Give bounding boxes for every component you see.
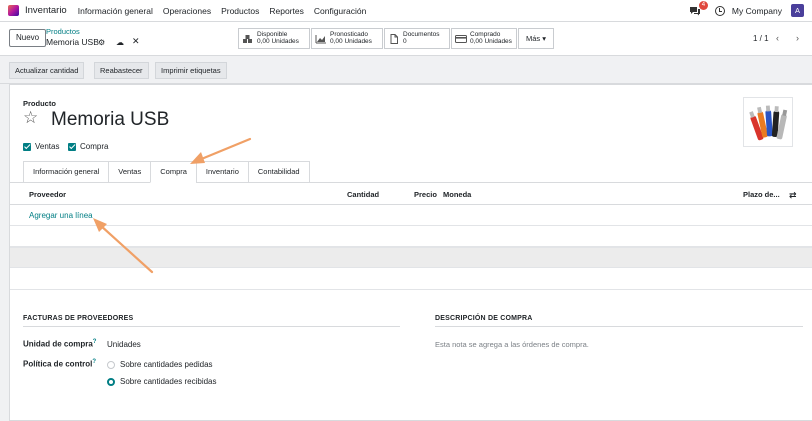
chevron-left-icon[interactable]: ‹: [776, 33, 779, 43]
cloud-upload-icon[interactable]: ☁: [116, 38, 124, 47]
column-plazo[interactable]: Plazo de...: [743, 190, 780, 199]
smart-value: 0,00 Unidades: [470, 38, 512, 45]
smart-button-documentos[interactable]: Documentos 0: [384, 28, 450, 49]
menu-operaciones[interactable]: Operaciones: [163, 6, 211, 16]
radio-empty-icon: [107, 360, 115, 369]
usb-drives-image: [749, 105, 788, 141]
discard-icon[interactable]: ✕: [132, 36, 140, 47]
chevron-right-icon[interactable]: ›: [796, 33, 799, 43]
section-divider: [435, 326, 803, 327]
radio-label: Sobre cantidades pedidas: [120, 360, 213, 369]
smart-value: 0,00 Unidades: [330, 38, 372, 45]
more-label: Más: [525, 34, 541, 43]
document-icon: [390, 33, 398, 44]
checkbox-checked-icon: [68, 142, 76, 151]
purchase-checkbox[interactable]: Compra: [68, 142, 108, 151]
chart-area-icon: [315, 34, 326, 43]
app-name[interactable]: Inventario: [25, 5, 67, 16]
column-cantidad[interactable]: Cantidad: [347, 190, 379, 199]
inventory-app-icon[interactable]: [8, 5, 19, 16]
pager-value[interactable]: 1 / 1: [753, 34, 769, 43]
caret-down-icon: ▾: [542, 34, 547, 43]
table-row: [10, 289, 812, 290]
column-settings-icon[interactable]: ⇄: [789, 190, 797, 201]
menu-reportes[interactable]: Reportes: [269, 6, 304, 16]
smart-label: Comprado: [470, 31, 501, 38]
sales-checkbox[interactable]: Ventas: [23, 142, 59, 151]
product-name[interactable]: Memoria USB: [51, 109, 169, 131]
column-proveedor[interactable]: Proveedor: [29, 190, 66, 199]
radio-selected-icon: [107, 377, 115, 386]
tab-inventario[interactable]: Inventario: [195, 161, 248, 183]
update-quantity-button[interactable]: Actualizar cantidad: [9, 62, 85, 79]
smart-button-disponible[interactable]: Disponible 0,00 Unidades: [238, 28, 310, 49]
checkbox-checked-icon: [23, 142, 31, 151]
replenish-button[interactable]: Reabastecer: [94, 62, 149, 79]
notification-badge: 4: [698, 0, 708, 10]
smart-button-comprado[interactable]: Comprado 0,00 Unidades: [451, 28, 517, 49]
product-label: Producto: [23, 99, 56, 108]
purchase-unit-label: Unidad de compra?: [23, 339, 97, 349]
checkbox-label: Ventas: [35, 142, 60, 151]
cubes-icon: [243, 34, 252, 43]
radio-label: Sobre cantidades recibidas: [120, 377, 217, 386]
column-moneda[interactable]: Moneda: [443, 190, 471, 199]
menu-productos[interactable]: Productos: [221, 6, 259, 16]
checkbox-label: Compra: [80, 142, 109, 151]
column-precio[interactable]: Precio: [414, 190, 437, 199]
print-labels-button[interactable]: Imprimir etiquetas: [155, 62, 227, 79]
clock-icon[interactable]: [714, 5, 725, 16]
gear-icon[interactable]: ⚙: [98, 38, 105, 47]
new-button[interactable]: Nuevo: [9, 29, 47, 47]
form-sheet: Producto ☆ Memoria USB Ventas Compra Inf…: [9, 84, 812, 421]
radio-received-quantities[interactable]: Sobre cantidades recibidas: [107, 377, 217, 386]
top-navbar: Inventario Información general Operacion…: [0, 0, 812, 22]
company-switcher[interactable]: My Company: [732, 6, 782, 16]
credit-card-icon: [455, 34, 467, 43]
purchase-description-title: DESCRIPCIÓN DE COMPRA: [435, 315, 533, 322]
chat-icon[interactable]: 4: [689, 0, 708, 16]
record-title: Memoria USB: [46, 37, 99, 47]
table-row: [10, 247, 812, 268]
more-button[interactable]: Más ▾: [518, 28, 554, 49]
radio-ordered-quantities[interactable]: Sobre cantidades pedidas: [107, 360, 213, 369]
tab-contabilidad[interactable]: Contabilidad: [247, 161, 310, 183]
purchase-description-field[interactable]: Esta nota se agrega a las órdenes de com…: [435, 340, 589, 349]
control-policy-label: Política de control?: [23, 359, 97, 369]
smart-label: Documentos: [403, 31, 440, 38]
tab-compra[interactable]: Compra: [150, 161, 196, 183]
menu-configuracion[interactable]: Configuración: [314, 6, 366, 16]
product-image[interactable]: [743, 97, 793, 147]
star-icon[interactable]: ☆: [23, 108, 38, 128]
notebook-tabs: Información general Ventas Compra Invent…: [23, 161, 310, 183]
smart-label: Pronosticado: [330, 31, 368, 38]
breadcrumb-productos[interactable]: Productos: [46, 27, 80, 36]
help-icon[interactable]: ?: [93, 339, 97, 345]
smart-button-pronosticado[interactable]: Pronosticado 0,00 Unidades: [311, 28, 383, 49]
action-bar: Actualizar cantidad Reabastecer Imprimir…: [0, 56, 812, 84]
user-avatar[interactable]: A: [791, 4, 804, 17]
help-icon[interactable]: ?: [92, 359, 96, 365]
smart-value: 0: [403, 38, 407, 45]
section-divider: [23, 326, 400, 327]
smart-label: Disponible: [257, 31, 288, 38]
purchase-unit-field[interactable]: Unidades: [107, 340, 141, 349]
tab-ventas[interactable]: Ventas: [108, 161, 151, 183]
smart-value: 0,00 Unidades: [257, 38, 299, 45]
table-row: [10, 225, 812, 226]
tab-informacion-general[interactable]: Información general: [23, 161, 109, 183]
control-panel: Nuevo Productos Memoria USB ⚙ ☁ ✕ Dispon…: [0, 22, 812, 56]
vendor-table-header: Proveedor Cantidad Precio Moneda Plazo d…: [10, 183, 812, 205]
vendor-bills-title: FACTURAS DE PROVEEDORES: [23, 315, 134, 322]
add-line-link[interactable]: Agregar una línea: [29, 211, 93, 220]
menu-informacion-general[interactable]: Información general: [78, 6, 153, 16]
